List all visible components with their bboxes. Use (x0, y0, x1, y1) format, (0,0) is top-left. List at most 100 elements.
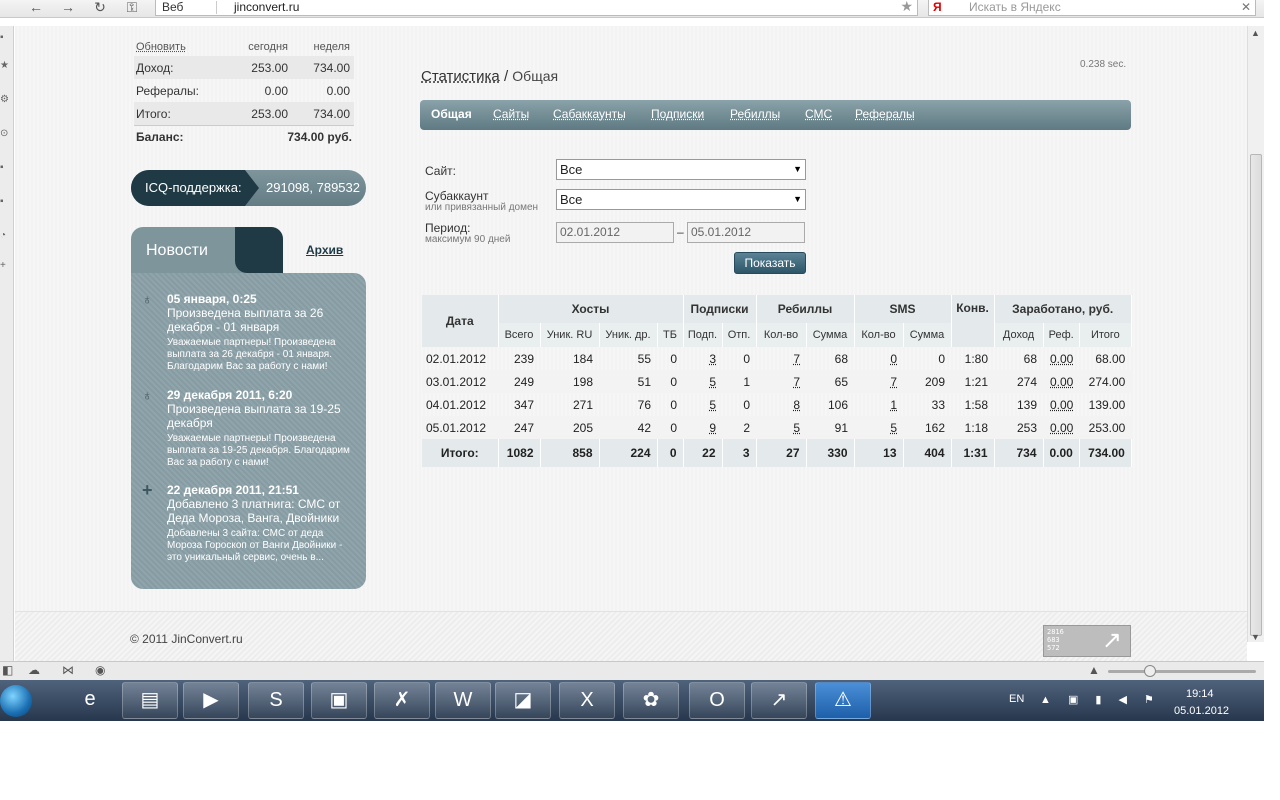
zoom-slider[interactable] (1108, 665, 1256, 677)
visit-counter[interactable]: 2816 683 572 ↗ (1043, 625, 1131, 657)
cell-link[interactable]: 5 (793, 421, 800, 435)
notepad-icon[interactable]: ◪ (495, 682, 551, 719)
scroll-down-icon[interactable]: ▼ (1251, 632, 1260, 642)
cell-link[interactable]: 8 (793, 398, 800, 412)
search-input[interactable]: Я Искать в Яндекс ✕ (928, 0, 1256, 16)
sub-unique-ru: Уник. RU (540, 323, 600, 347)
language-indicator[interactable]: EN (1009, 693, 1024, 705)
scroll-up-icon[interactable]: ▲ (1251, 28, 1260, 38)
refresh-link[interactable]: Обновить (134, 41, 228, 53)
table-cell: 271 (572, 397, 593, 412)
ie-icon[interactable]: e (62, 682, 118, 719)
tab-rebills[interactable]: Ребиллы (730, 107, 780, 121)
panel-gear-icon[interactable]: ⚙ (0, 94, 9, 105)
cell-link[interactable]: 0.00 (1050, 398, 1073, 412)
cell-link[interactable]: 5 (709, 375, 716, 389)
news-item[interactable]: 29 декабря 2011, 6:20 Произведена выплат… (167, 388, 359, 469)
panel-toggle-icon[interactable]: ◧ (2, 663, 13, 677)
date-to-input[interactable]: 05.01.2012 (687, 222, 805, 243)
panel-share-icon[interactable]: ⊙ (0, 128, 8, 139)
address-bar[interactable]: Веб jinconvert.ru ★ (155, 0, 918, 16)
zoom-out-icon[interactable]: ▲ (1088, 663, 1100, 677)
tab-referrals[interactable]: Рефералы (855, 107, 915, 121)
table-cell: 5 (683, 370, 722, 393)
reload-icon[interactable]: ↻ (90, 0, 110, 16)
table-cell: 205 (540, 416, 599, 439)
zoom-slider-knob[interactable] (1144, 665, 1156, 677)
panel-bookmarks-icon[interactable]: ▪ (0, 32, 4, 43)
search-clear-icon[interactable]: ✕ (1241, 0, 1251, 14)
cell-link[interactable]: 0.00 (1050, 375, 1073, 389)
news-tab-corner (235, 227, 283, 273)
table-cell: 0 (743, 397, 750, 412)
tab-subaccounts[interactable]: Сабаккаунты (553, 107, 626, 121)
table-cell: 0 (657, 370, 683, 393)
yandex-logo-icon[interactable]: Я (933, 0, 942, 14)
breadcrumb-statistics-link[interactable]: Статистика (421, 68, 500, 85)
cell-link[interactable]: 3 (709, 352, 716, 366)
col-subscriptions: Подписки (683, 295, 757, 323)
back-icon[interactable]: ← (26, 0, 46, 16)
vertical-scrollbar[interactable]: ▲ ▼ (1247, 26, 1264, 642)
table-cell: 33 (931, 397, 945, 412)
cell-link[interactable]: 7 (793, 375, 800, 389)
skype-icon[interactable]: S (248, 682, 304, 719)
key-icon[interactable]: ⚿ (120, 0, 144, 16)
cell-link[interactable]: 0.00 (1050, 352, 1073, 366)
cell-link[interactable]: 7 (890, 375, 897, 389)
share-icon[interactable]: ⋈ (62, 663, 74, 677)
scroll-thumb[interactable] (1250, 154, 1262, 636)
cell-link[interactable]: 1 (890, 398, 897, 412)
tab-general[interactable]: Общая (431, 107, 472, 121)
subaccount-select[interactable]: Все ▼ (556, 189, 806, 210)
site-select[interactable]: Все ▼ (556, 159, 806, 180)
tab-subscriptions[interactable]: Подписки (651, 107, 704, 121)
cell-link[interactable]: 7 (793, 352, 800, 366)
panel-add-icon[interactable]: + (0, 260, 6, 271)
archive-link[interactable]: Архив (306, 243, 343, 257)
forward-icon[interactable]: → (58, 0, 78, 16)
warning-app-icon[interactable]: ⚠ (815, 682, 871, 719)
tray-icons[interactable]: ▲ ▣ ▮ ◀ ⚑ (1040, 693, 1161, 706)
tools-icon[interactable]: ✗ (374, 682, 430, 719)
total-cell: 27 (756, 439, 807, 467)
opera-icon[interactable]: O (689, 682, 745, 719)
clock-time[interactable]: 19:14 (1186, 688, 1214, 700)
total-label: Итого: (422, 439, 499, 467)
cell-link[interactable]: 5 (890, 421, 897, 435)
speed-dial-icon[interactable]: ◉ (95, 663, 105, 677)
save-disk-icon[interactable]: ▣ (311, 682, 367, 719)
table-cell: 68 (1023, 351, 1037, 366)
panel-clock-icon[interactable]: ◔ (0, 230, 6, 241)
word-icon[interactable]: W (435, 682, 491, 719)
news-item[interactable]: 22 декабря 2011, 21:51 Добавлено 3 платн… (167, 483, 359, 564)
url-text[interactable]: jinconvert.ru (234, 0, 299, 14)
media-player-icon[interactable]: ▶ (183, 682, 239, 719)
icq-icon[interactable]: ✿ (623, 682, 679, 719)
date-from-input[interactable]: 02.01.2012 (556, 222, 674, 243)
news-item[interactable]: 05 января, 0:25 Произведена выплата за 2… (167, 292, 359, 373)
tab-sms[interactable]: СМС (805, 107, 832, 121)
cell-link[interactable]: 9 (709, 421, 716, 435)
date-cell: 05.01.2012 (422, 416, 498, 439)
explorer-icon[interactable]: ▤ (122, 682, 178, 719)
table-cell: 239 (513, 351, 534, 366)
icq-support: ICQ-поддержка: 291098, 789532 (131, 170, 366, 206)
table-cell: 7 (756, 347, 806, 370)
panel-chat-icon[interactable]: ▪ (0, 162, 4, 173)
cell-link[interactable]: 0 (890, 352, 897, 366)
cell-link[interactable]: 5 (709, 398, 716, 412)
start-button[interactable] (0, 681, 36, 719)
clock-date[interactable]: 05.01.2012 (1174, 705, 1229, 717)
panel-star-icon[interactable]: ★ (0, 60, 9, 71)
excel-icon[interactable]: X (559, 682, 615, 719)
chart-app-icon[interactable]: ↗ (751, 682, 807, 719)
cloud-icon[interactable]: ☁ (28, 663, 40, 677)
chevron-down-icon: ▼ (793, 194, 802, 204)
address-separator (216, 1, 217, 14)
show-button[interactable]: Показать (734, 252, 806, 274)
tab-sites[interactable]: Сайты (493, 107, 529, 121)
bookmark-star-icon[interactable]: ★ (900, 0, 913, 13)
panel-history-icon[interactable]: ▪ (0, 196, 4, 207)
cell-link[interactable]: 0.00 (1050, 421, 1073, 435)
